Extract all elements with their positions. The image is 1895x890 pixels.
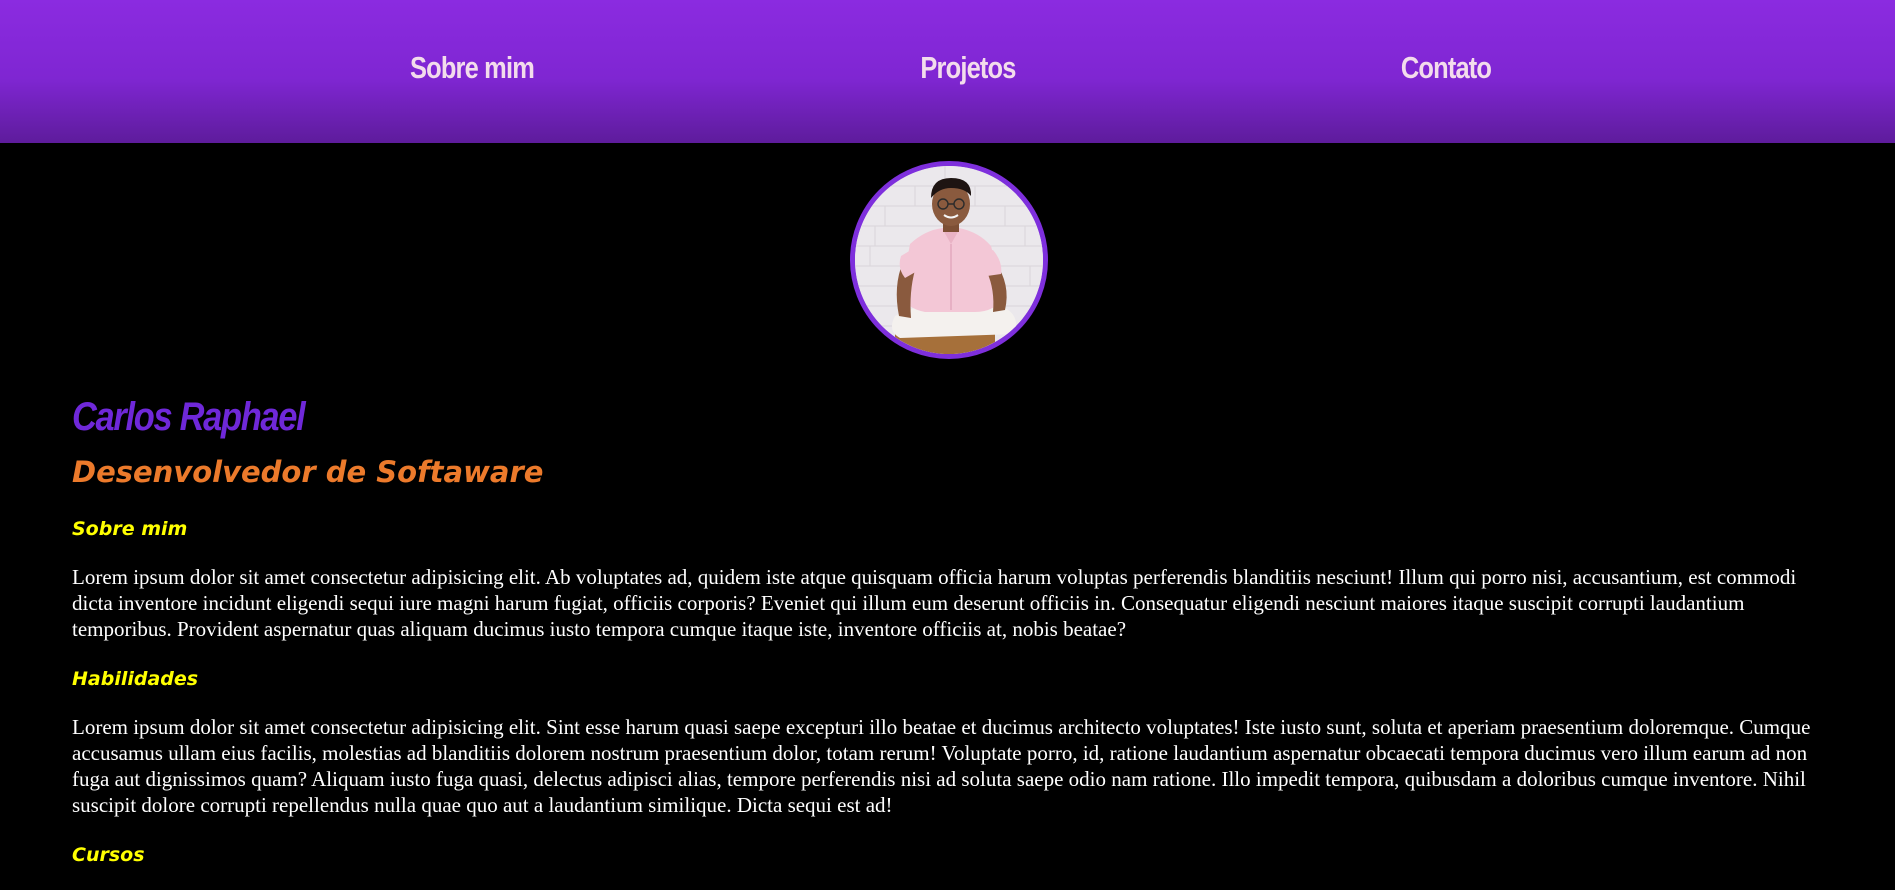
main-content: Carlos Raphael Desenvolvedor de Softawar… [72, 390, 1832, 868]
top-navbar: Sobre mim Projetos Contato [0, 0, 1895, 143]
profile-role: Desenvolvedor de Softaware [72, 455, 544, 489]
section-title-cursos: Cursos [72, 844, 145, 866]
nav-link-contato[interactable]: Contato [1380, 50, 1511, 86]
nav-link-sobre-mim[interactable]: Sobre mim [406, 50, 537, 86]
profile-name: Carlos Raphael [72, 395, 306, 439]
section-text-habilidades: Lorem ipsum dolor sit amet consectetur a… [72, 715, 1811, 817]
profile-photo [855, 166, 1043, 354]
profile-avatar [850, 161, 1048, 359]
section-title-habilidades: Habilidades [72, 668, 199, 690]
section-title-sobre-mim: Sobre mim [72, 518, 188, 540]
section-text-sobre-mim: Lorem ipsum dolor sit amet consectetur a… [72, 565, 1797, 641]
nav-link-projetos[interactable]: Projetos [902, 50, 1033, 86]
